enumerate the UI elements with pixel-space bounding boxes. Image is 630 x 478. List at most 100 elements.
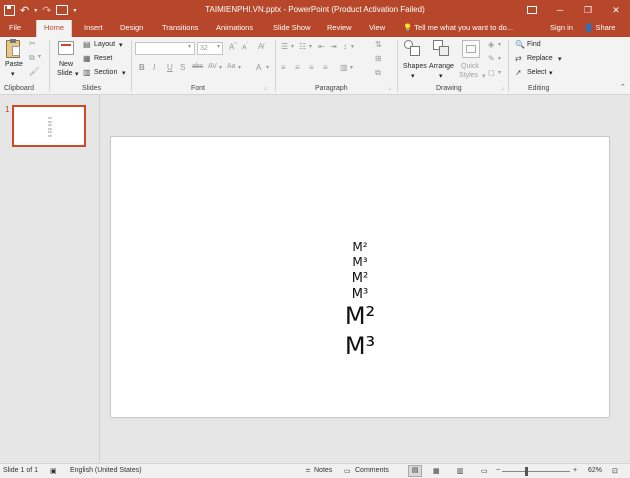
spelling-icon[interactable]: ▣ — [50, 467, 57, 475]
cut-icon[interactable]: ✂ — [29, 39, 36, 48]
drawing-dialog-launcher-icon[interactable]: ⌟ — [501, 84, 504, 91]
italic-button[interactable]: I — [153, 63, 155, 72]
new-slide-label-2[interactable]: Slide — [57, 70, 73, 77]
zoom-out-button[interactable]: − — [496, 467, 500, 474]
align-right-icon[interactable]: ≡ — [309, 63, 314, 72]
numbering-icon[interactable]: ☷ — [299, 42, 306, 51]
section-dropdown-icon[interactable]: ▾ — [122, 69, 126, 77]
columns-dropdown-icon[interactable]: ▾ — [350, 64, 353, 71]
zoom-slider-track[interactable] — [502, 471, 570, 472]
shape-effects-icon[interactable]: ◻ — [488, 68, 495, 77]
close-button[interactable]: ✕ — [602, 0, 630, 20]
arrange-button[interactable]: Arrange — [429, 63, 454, 70]
slide-sorter-icon[interactable]: ▦ — [433, 467, 440, 475]
normal-view-icon[interactable]: ▤ — [408, 465, 422, 477]
zoom-in-button[interactable]: + — [573, 467, 577, 474]
tab-insert[interactable]: Insert — [84, 23, 103, 32]
character-spacing-button[interactable]: AV — [208, 63, 217, 70]
reset-button[interactable]: Reset — [94, 55, 112, 62]
shape-fill-dropdown-icon[interactable]: ▾ — [498, 41, 501, 48]
justify-icon[interactable]: ≡ — [323, 63, 328, 72]
arrange-icon[interactable] — [433, 40, 451, 58]
shapes-dropdown-icon[interactable]: ▾ — [411, 72, 415, 80]
slide-canvas[interactable]: M² M³ M² M³ M² M³ — [110, 136, 610, 418]
sign-in-link[interactable]: Sign in — [550, 23, 573, 32]
decrease-indent-icon[interactable]: ⇤ — [318, 42, 325, 51]
paragraph-dialog-launcher-icon[interactable]: ⌟ — [388, 84, 391, 91]
section-button[interactable]: Section — [94, 69, 117, 76]
tab-design[interactable]: Design — [120, 23, 143, 32]
zoom-slider-thumb[interactable] — [525, 467, 528, 476]
tab-transitions[interactable]: Transitions — [162, 23, 198, 32]
slide-show-icon[interactable]: ▭ — [481, 467, 488, 475]
paste-button[interactable]: Paste — [5, 61, 23, 68]
font-name-combobox[interactable] — [135, 42, 195, 55]
tell-me-search[interactable]: 💡 Tell me what you want to do... — [403, 23, 513, 32]
copy-icon[interactable]: ⧉ — [29, 53, 35, 63]
quick-styles-dropdown-icon[interactable]: ▾ — [482, 72, 486, 80]
collapse-ribbon-icon[interactable]: ⌃ — [620, 83, 626, 91]
language-indicator[interactable]: English (United States) — [70, 467, 142, 474]
slide-text-box[interactable]: M² M³ M² M³ M² M³ — [111, 241, 609, 364]
minimize-button[interactable]: ─ — [546, 0, 574, 20]
font-size-dropdown-icon[interactable]: ▾ — [217, 43, 220, 50]
replace-button[interactable]: Replace — [527, 55, 553, 62]
fit-slide-icon[interactable]: ⊡ — [612, 467, 618, 475]
new-slide-dropdown-icon[interactable]: ▾ — [75, 70, 79, 78]
shape-outline-icon[interactable]: ✎ — [488, 54, 495, 63]
align-center-icon[interactable]: ≡ — [295, 63, 300, 72]
font-name-dropdown-icon[interactable]: ▾ — [188, 43, 191, 50]
new-slide-label[interactable]: New — [59, 61, 73, 68]
select-button[interactable]: Select — [527, 69, 546, 76]
shape-fill-icon[interactable]: ◈ — [488, 40, 494, 49]
slide-text-line[interactable]: M² — [111, 304, 609, 334]
arrange-dropdown-icon[interactable]: ▾ — [439, 72, 443, 80]
shapes-icon[interactable] — [404, 40, 422, 58]
tab-animations[interactable]: Animations — [216, 23, 253, 32]
paste-dropdown-icon[interactable]: ▾ — [11, 70, 15, 78]
bold-button[interactable]: B — [139, 63, 145, 72]
tab-review[interactable]: Review — [327, 23, 352, 32]
decrease-font-size-icon[interactable]: Aˇ — [242, 42, 248, 51]
notes-button[interactable]: Notes — [314, 467, 332, 474]
replace-dropdown-icon[interactable]: ▾ — [558, 55, 562, 63]
align-text-icon[interactable]: ⊞ — [375, 54, 382, 63]
slide-text-line[interactable]: M² — [111, 272, 609, 288]
increase-font-size-icon[interactable]: A^ — [229, 42, 237, 52]
slide-text-line[interactable]: M² — [111, 241, 609, 256]
tab-file[interactable]: File — [9, 23, 21, 32]
bullets-dropdown-icon[interactable]: ▾ — [291, 43, 294, 50]
line-spacing-dropdown-icon[interactable]: ▾ — [351, 43, 354, 50]
zoom-level[interactable]: 62% — [588, 467, 602, 474]
format-painter-icon[interactable]: 🖌 — [29, 67, 39, 76]
shapes-button[interactable]: Shapes — [403, 63, 427, 70]
quick-styles-label-2[interactable]: Styles — [459, 72, 478, 79]
change-case-button[interactable]: Aa — [227, 63, 236, 70]
paste-icon[interactable] — [6, 39, 20, 58]
comments-button[interactable]: Comments — [355, 467, 389, 474]
clear-formatting-icon[interactable]: A̸ — [258, 42, 263, 51]
tab-home[interactable]: Home — [36, 20, 73, 37]
tab-view[interactable]: View — [369, 23, 385, 32]
font-dialog-launcher-icon[interactable]: ⌟ — [264, 84, 267, 91]
bullets-icon[interactable]: ☰ — [281, 42, 288, 51]
increase-indent-icon[interactable]: ⇥ — [330, 42, 337, 51]
font-color-dropdown-icon[interactable]: ▾ — [266, 64, 269, 71]
character-spacing-dropdown-icon[interactable]: ▾ — [219, 64, 222, 71]
smartart-icon[interactable]: ⧉ — [375, 68, 381, 78]
slide-text-line[interactable]: M³ — [111, 334, 609, 364]
change-case-dropdown-icon[interactable]: ▾ — [238, 64, 241, 71]
line-spacing-icon[interactable]: ↕ — [343, 42, 347, 51]
tab-slide-show[interactable]: Slide Show — [273, 23, 311, 32]
columns-icon[interactable]: ▥ — [340, 63, 348, 72]
numbering-dropdown-icon[interactable]: ▾ — [309, 43, 312, 50]
copy-dropdown-icon[interactable]: ▾ — [38, 53, 41, 60]
strikethrough-button[interactable]: abc — [192, 63, 203, 70]
layout-dropdown-icon[interactable]: ▾ — [119, 41, 123, 49]
underline-button[interactable]: U — [167, 63, 173, 72]
new-slide-icon[interactable] — [58, 41, 74, 55]
font-color-button[interactable]: A — [256, 63, 261, 72]
ribbon-display-options-icon[interactable] — [518, 0, 546, 20]
shape-outline-dropdown-icon[interactable]: ▾ — [498, 55, 501, 62]
slide-thumbnail[interactable]: M² M³ M² M³ M² M³ — [12, 105, 86, 147]
